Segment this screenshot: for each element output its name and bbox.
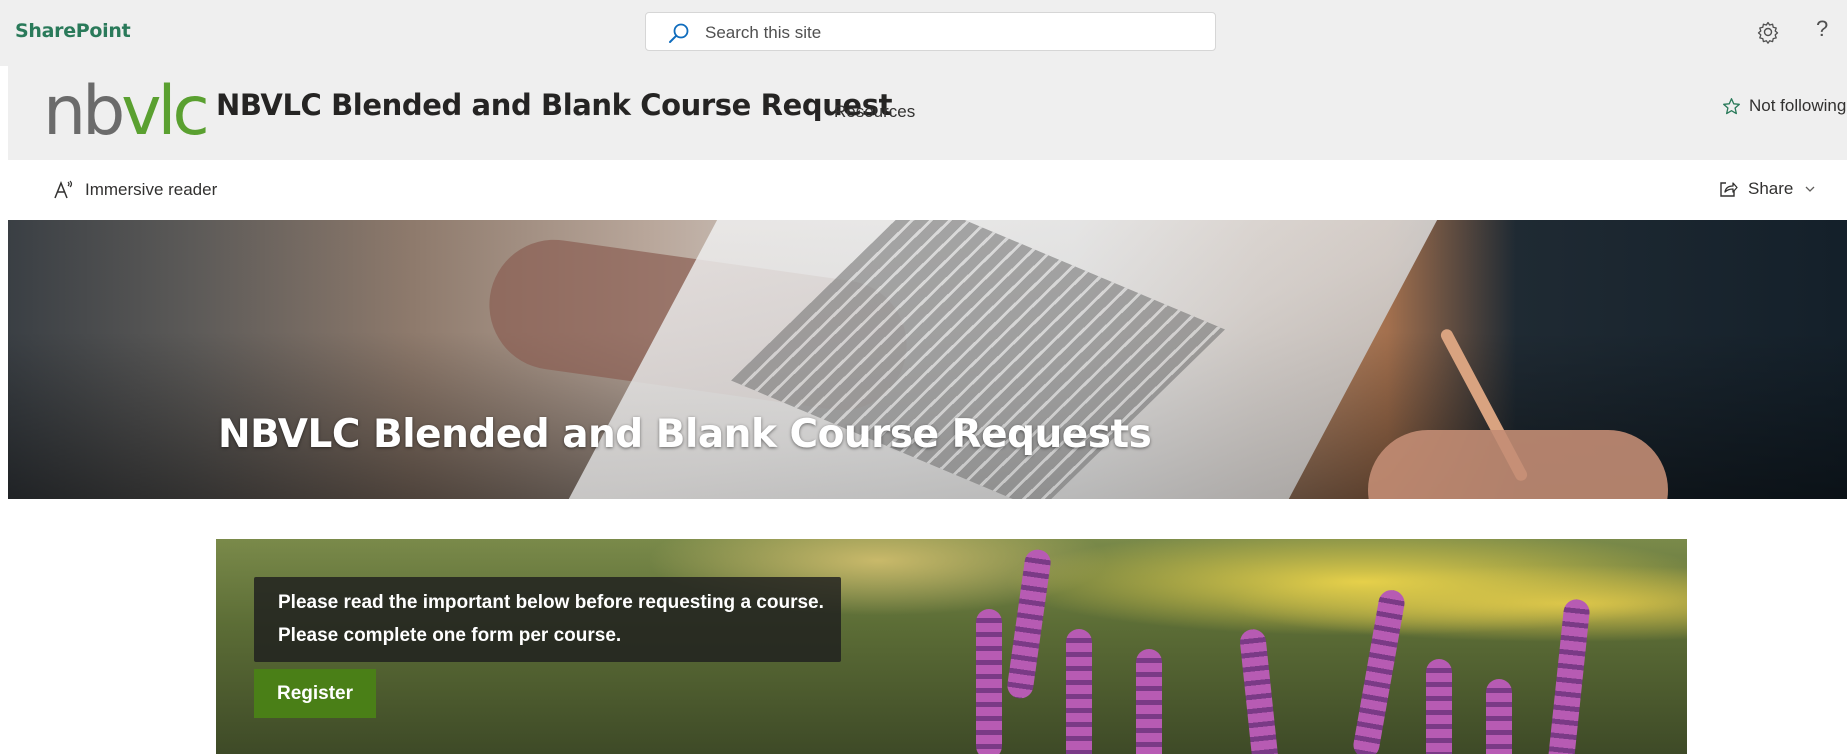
flower-decoration <box>1547 598 1591 754</box>
flower-decoration <box>1005 547 1053 701</box>
register-button[interactable]: Register <box>254 669 376 718</box>
flower-decoration <box>976 609 1002 754</box>
search-icon <box>669 23 689 43</box>
flower-decoration <box>1351 588 1407 754</box>
share-label: Share <box>1748 179 1794 198</box>
search-box[interactable]: Search this site <box>645 12 1216 51</box>
gear-icon[interactable] <box>1756 20 1780 44</box>
share-button[interactable]: Share <box>1718 179 1817 199</box>
follow-button[interactable]: Not following <box>1722 96 1846 116</box>
help-icon[interactable]: ? <box>1816 16 1828 42</box>
command-bar: Immersive reader Share <box>8 160 1847 220</box>
site-logo[interactable]: nbvlc <box>43 72 210 152</box>
immersive-reader-icon <box>54 180 73 199</box>
hero-title: NBVLC Blended and Blank Course Requests <box>218 412 1152 457</box>
immersive-reader-button[interactable]: Immersive reader <box>53 180 217 200</box>
search-input[interactable]: Search this site <box>705 23 821 43</box>
message-line-2: Please complete one form per course. <box>278 625 622 646</box>
hero-banner: NBVLC Blended and Blank Course Requests <box>8 220 1847 499</box>
sharepoint-brand[interactable]: SharePoint <box>15 20 131 42</box>
message-box: Please read the important below before r… <box>254 577 841 662</box>
follow-label: Not following <box>1749 96 1847 115</box>
flower-decoration <box>1486 679 1512 754</box>
site-header: nbvlc NBVLC Blended and Blank Course Req… <box>8 66 1847 160</box>
immersive-reader-label: Immersive reader <box>85 180 218 199</box>
star-icon <box>1723 97 1740 114</box>
site-title[interactable]: NBVLC Blended and Blank Course Request <box>216 88 892 122</box>
flower-decoration <box>1426 659 1452 754</box>
chevron-down-icon <box>1805 186 1815 192</box>
feature-image-webpart: Please read the important below before r… <box>216 539 1687 754</box>
flower-decoration <box>1066 629 1092 754</box>
flower-decoration <box>1238 628 1280 754</box>
nav-item-resources[interactable]: Resources <box>834 102 915 122</box>
message-line-1: Please read the important below before r… <box>278 592 824 613</box>
flower-decoration <box>1136 649 1162 754</box>
suite-bar: SharePoint Search this site ? <box>0 0 1847 66</box>
share-icon <box>1720 182 1738 197</box>
hero-image-hand-writing <box>1368 430 1668 499</box>
